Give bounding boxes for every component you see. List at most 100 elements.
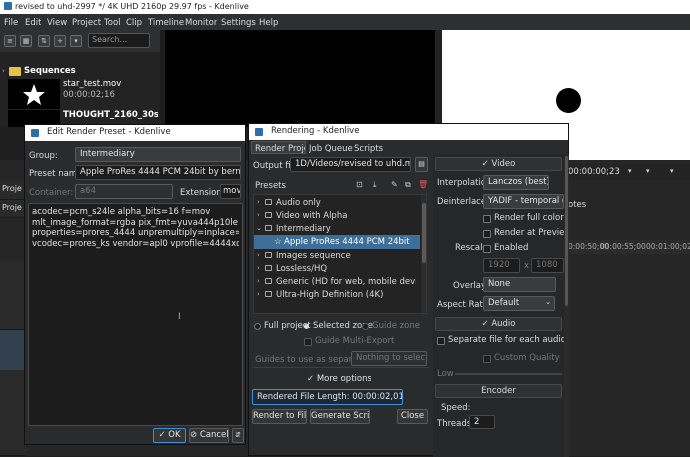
rescale-enabled-checkbox[interactable] xyxy=(483,245,491,253)
guide-multi-export-checkbox[interactable] xyxy=(304,338,312,346)
menu-file[interactable]: File xyxy=(4,16,18,28)
menu-help[interactable]: Help xyxy=(259,16,278,28)
parameters-textarea[interactable]: acodec=pcm_s24le alpha_bits=16 f=mov mlt… xyxy=(28,203,243,426)
group-value: Intermediary xyxy=(80,149,135,159)
copy-preset-icon[interactable]: ⧉ xyxy=(405,180,411,190)
timeline-timecode[interactable]: 00:00:00;23 xyxy=(568,167,620,177)
chevron-down-icon[interactable]: ▾ xyxy=(628,167,632,175)
chevron-down-icon[interactable]: ▾ xyxy=(670,167,674,175)
menu-project[interactable]: Project xyxy=(72,16,101,28)
tab-project[interactable]: Proje xyxy=(0,180,26,200)
chevron-down-icon[interactable]: ▾ xyxy=(646,167,650,175)
overlay-select[interactable]: None xyxy=(483,277,556,292)
clip-thumbnail-star[interactable] xyxy=(8,79,60,109)
clip-name[interactable]: star_test.mov xyxy=(63,79,121,89)
clip-monitor[interactable] xyxy=(165,30,435,127)
threads-input[interactable]: 2 xyxy=(469,415,495,429)
timeline-timecode-bar: 00:00:00;23 ▾ ▾ ▾ xyxy=(568,164,690,180)
tab-render-project[interactable]: Render Project xyxy=(251,141,306,154)
menu-view[interactable]: View xyxy=(47,16,67,28)
close-button[interactable]: Close xyxy=(397,409,428,424)
filter-icon[interactable]: ▾ xyxy=(70,35,82,47)
menu-timeline[interactable]: Timeline xyxy=(148,16,184,28)
rescale-height-input[interactable]: 1080 xyxy=(531,258,564,273)
separate-audio-checkbox[interactable] xyxy=(437,337,445,345)
guide-zone-radio[interactable] xyxy=(362,323,369,330)
rescale-width-input[interactable]: 1920 xyxy=(483,258,520,273)
tab-scripts[interactable]: Scripts xyxy=(354,142,383,154)
expand-arrow-icon[interactable]: › xyxy=(257,264,260,272)
tree-item-lossless[interactable]: › Lossless/HQ xyxy=(254,262,420,275)
ok-button[interactable]: ✓ OK xyxy=(153,428,186,443)
menu-monitor[interactable]: Monitor xyxy=(185,16,217,28)
tree-item-apple-prores[interactable]: ☆ Apple ProRes 4444 PCM 24bit xyxy=(254,235,420,249)
cancel-button[interactable]: ⊘ Cancel xyxy=(189,428,229,443)
tab-project-2[interactable]: Proje xyxy=(0,200,26,218)
tree-item-intermediary[interactable]: ⌄ Intermediary xyxy=(254,222,420,235)
tree-item-images-sequence[interactable]: › Images sequence xyxy=(254,249,420,262)
group-select[interactable]: Intermediary xyxy=(75,147,241,162)
tab-job-queue[interactable]: Job Queue xyxy=(309,142,353,154)
expand-arrow-icon[interactable]: › xyxy=(257,290,260,298)
expand-arrow-icon[interactable]: › xyxy=(257,277,260,285)
output-file-input[interactable]: 1D/Videos/revised to uhd.mov xyxy=(290,157,411,172)
custom-quality-checkbox[interactable] xyxy=(483,355,491,363)
expand-arrow-icon[interactable]: › xyxy=(257,251,260,259)
new-preset-icon[interactable]: ⊡ xyxy=(356,180,363,189)
selected-zone-radio[interactable] xyxy=(304,324,309,329)
timeline-ruler[interactable]: 0:00:50;00 00:00:55;00 00:01:00;02 xyxy=(568,240,690,254)
video-section-toggle[interactable]: ✓ Video xyxy=(435,157,562,171)
delete-preset-icon[interactable]: 🗑 xyxy=(418,180,428,189)
bin-search-input[interactable]: Search... xyxy=(88,33,150,48)
scrollbar-thumb[interactable] xyxy=(565,156,568,306)
guides-separator-select[interactable]: Nothing to select xyxy=(351,351,427,366)
render-preview-checkbox[interactable] xyxy=(483,230,491,238)
tree-item-video-with-alpha[interactable]: › Video with Alpha xyxy=(254,209,420,222)
add-clip-icon[interactable]: + xyxy=(54,35,66,47)
menu-edit[interactable]: Edit xyxy=(25,16,41,28)
view-grid-icon[interactable]: ▦ xyxy=(20,35,32,47)
more-options-button[interactable]: ✓ More options xyxy=(307,373,371,387)
encoder-section-toggle[interactable]: Encoder xyxy=(435,384,562,398)
interpolation-select[interactable]: Lanczos (best) xyxy=(483,175,549,190)
clip-name[interactable]: THOUGHT_2160_30sec_l xyxy=(63,110,158,120)
tree-item-uhd[interactable]: › Ultra-High Definition (4K) xyxy=(254,288,420,301)
options-scrollbar[interactable] xyxy=(564,154,569,457)
track-header[interactable] xyxy=(0,260,26,330)
expand-arrow-icon[interactable]: › xyxy=(257,211,260,219)
monitor-splitter[interactable] xyxy=(435,30,442,127)
expand-arrow-icon[interactable]: › xyxy=(257,198,260,206)
download-icon[interactable]: ⤓ xyxy=(373,180,377,190)
menu-clip[interactable]: Clip xyxy=(126,16,142,28)
bin-menu-icon[interactable]: ≡ xyxy=(4,35,16,47)
app-icon xyxy=(4,2,12,10)
open-file-icon[interactable]: ▤ xyxy=(415,157,428,172)
folder-expand-icon[interactable]: › xyxy=(2,67,5,75)
full-color-range-checkbox[interactable] xyxy=(483,215,491,223)
container-select[interactable]: a64 xyxy=(75,184,173,199)
quality-slider[interactable] xyxy=(455,373,562,375)
tree-item-audio-only[interactable]: › Audio only xyxy=(254,196,420,209)
track-header[interactable] xyxy=(0,370,26,456)
aspect-ratio-select[interactable]: Default ⌄ xyxy=(483,296,555,311)
scrollbar-thumb[interactable] xyxy=(422,203,426,263)
full-project-radio[interactable] xyxy=(254,323,261,330)
render-to-file-button[interactable]: Render to File xyxy=(252,409,307,424)
menu-settings[interactable]: Settings xyxy=(221,16,256,28)
tree-item-generic[interactable]: › Generic (HD for web, mobile devices...… xyxy=(254,275,420,288)
collapse-arrow-icon[interactable]: ⌄ xyxy=(256,224,262,232)
deinterlacer-select[interactable]: YADIF - temporal onl xyxy=(483,194,564,209)
notes-tab[interactable]: otes xyxy=(568,200,586,210)
audio-section-toggle[interactable]: ✓ Audio xyxy=(435,317,562,331)
menu-tool[interactable]: Tool xyxy=(104,16,121,28)
sort-icon[interactable]: ⇅ xyxy=(38,35,50,47)
extension-input[interactable]: mov xyxy=(220,184,241,199)
generate-script-button[interactable]: Generate Script xyxy=(310,409,370,424)
preset-name-input[interactable]: Apple ProRes 4444 PCM 24bit by berndmj xyxy=(75,165,241,180)
track-header-selected[interactable] xyxy=(0,330,26,370)
bin-folder-name[interactable]: Sequences xyxy=(24,66,76,76)
interpolation-value: Lanczos (best) xyxy=(488,177,549,187)
tree-scrollbar[interactable] xyxy=(421,195,426,313)
options-icon[interactable]: ⇵ xyxy=(232,428,244,443)
edit-preset-icon[interactable]: ✎ xyxy=(391,180,398,189)
